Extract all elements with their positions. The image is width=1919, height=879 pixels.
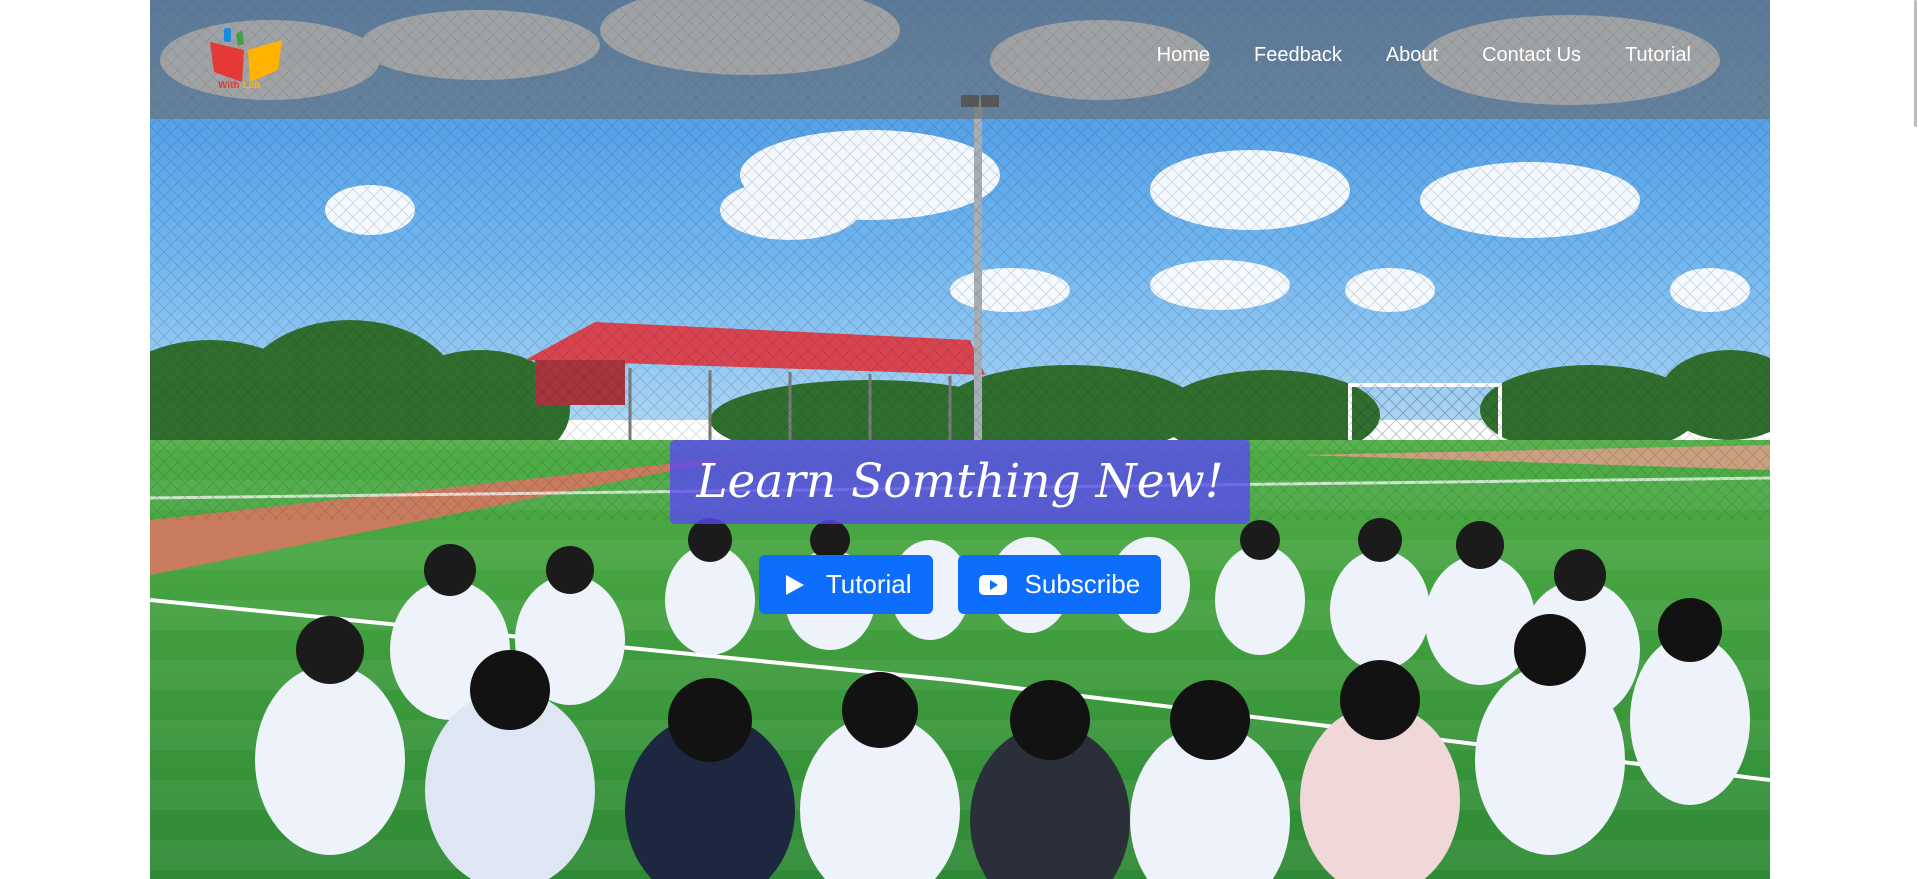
tutorial-button[interactable]: Tutorial: [758, 555, 933, 614]
nav-link-home[interactable]: Home: [1157, 44, 1210, 67]
page-scrollbar[interactable]: [1914, 0, 1917, 127]
subscribe-button[interactable]: Subscribe: [957, 555, 1162, 614]
logo-text-part2: Lab: [242, 80, 261, 91]
hero-headline: Learn Somthing New!: [670, 440, 1250, 524]
tutorial-button-label: Tutorial: [825, 569, 912, 599]
navbar: With Lab Home Feedback About Contact Us T…: [150, 0, 1770, 119]
site-logo[interactable]: With Lab: [206, 24, 286, 96]
nav-link-tutorial[interactable]: Tutorial: [1625, 44, 1691, 67]
logo-text: With Lab: [218, 80, 260, 91]
page: With Lab Home Feedback About Contact Us T…: [0, 0, 1919, 879]
logo-text-part1: With: [218, 80, 240, 91]
nav-link-feedback[interactable]: Feedback: [1254, 44, 1342, 67]
subscribe-button-label: Subscribe: [1024, 569, 1141, 599]
open-book-logo-icon: [210, 28, 282, 82]
nav-link-contact-us[interactable]: Contact Us: [1482, 44, 1581, 67]
youtube-icon: [978, 574, 1007, 596]
nav-link-about[interactable]: About: [1386, 44, 1438, 67]
play-icon: [780, 574, 808, 596]
hero-content: Learn Somthing New! Tutorial Subscribe: [150, 440, 1770, 614]
hero-buttons: Tutorial Subscribe: [758, 555, 1162, 614]
hero-section: With Lab Home Feedback About Contact Us T…: [150, 0, 1770, 879]
main-nav: Home Feedback About Contact Us Tutorial: [1157, 44, 1691, 67]
